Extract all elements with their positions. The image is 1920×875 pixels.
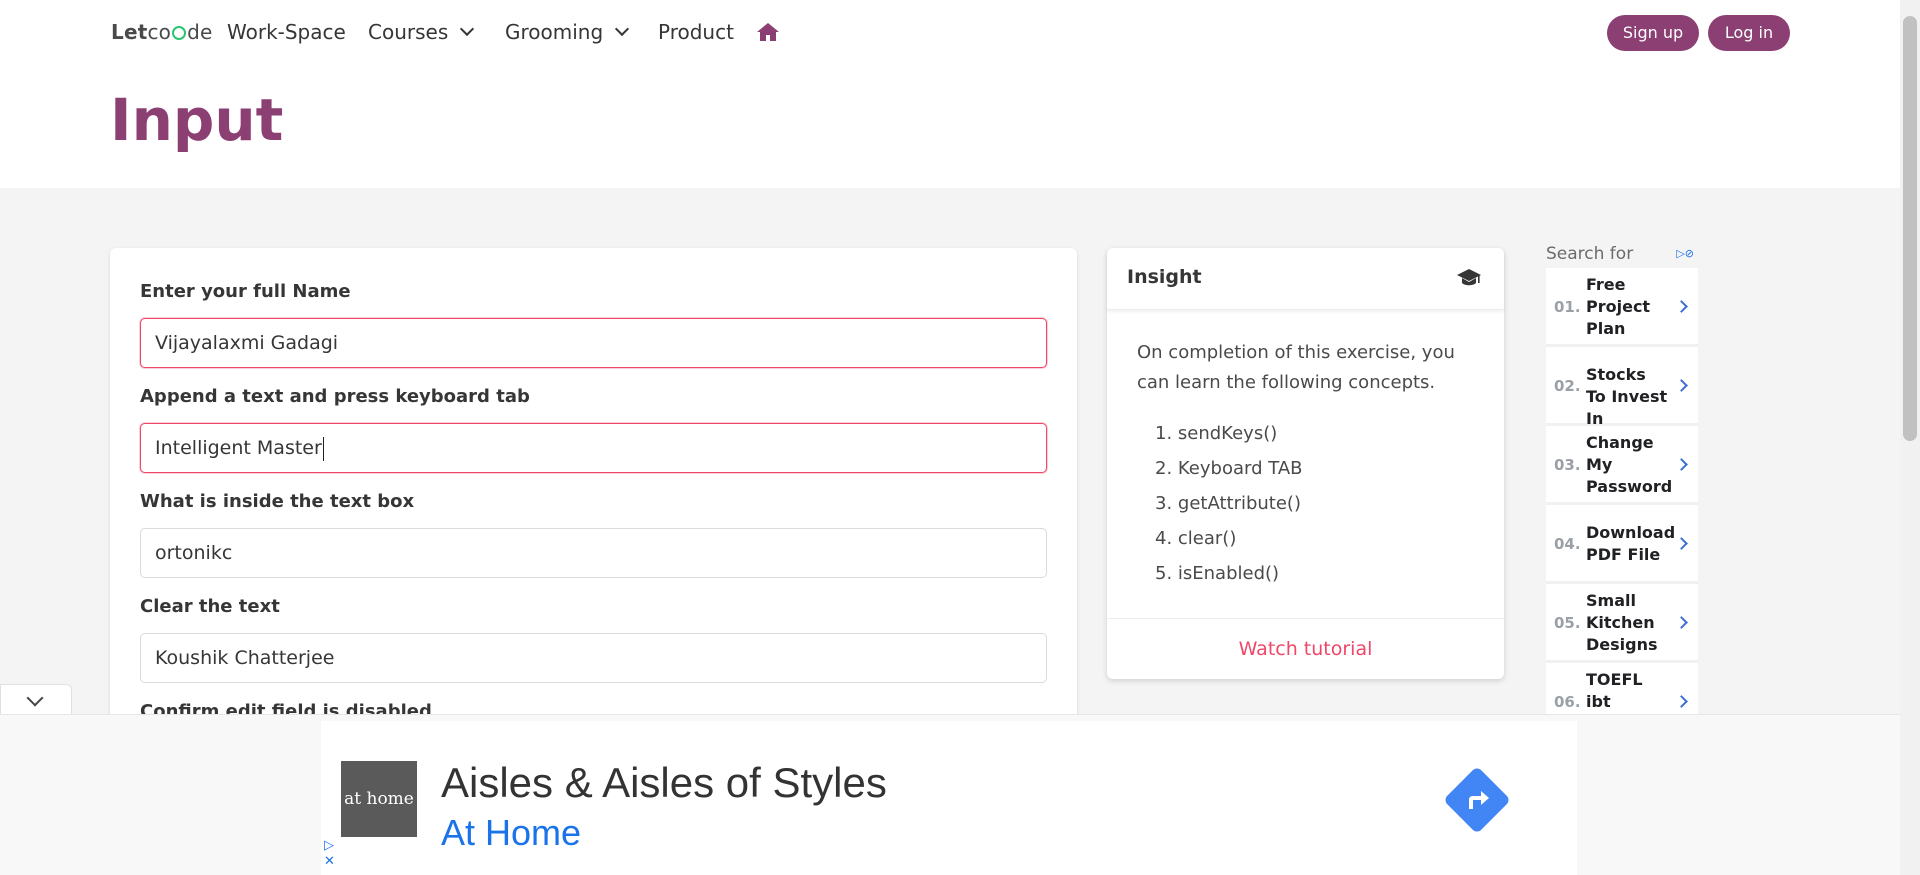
insight-header: Insight: [1107, 248, 1504, 310]
nav-courses[interactable]: Courses: [368, 20, 475, 44]
watch-tutorial-link[interactable]: Watch tutorial: [1107, 618, 1504, 679]
chevron-down-icon: [26, 689, 44, 707]
ad-item-05[interactable]: 05. Small Kitchen Designs: [1546, 584, 1698, 663]
ad-item-text: TOEFL ibt Practice: [1586, 670, 1643, 711]
chevron-right-icon: [1675, 458, 1688, 471]
nav-workspace[interactable]: Work-Space: [227, 20, 346, 44]
side-search-ad: Search for ▷⊘ 01. Free Project Plan 02. …: [1546, 244, 1698, 714]
at-home-logo: at home: [341, 761, 417, 837]
append-value: Intelligent Master: [155, 437, 322, 459]
nav-courses-label: Courses: [368, 20, 449, 44]
nav-grooming-label: Grooming: [505, 20, 604, 44]
ad-item-02[interactable]: 02. Stocks To Invest In: [1546, 347, 1698, 428]
ad-item-number: 03.: [1554, 456, 1581, 474]
list-item: 3. getAttribute(): [1155, 493, 1301, 514]
chevron-right-icon: [1675, 616, 1688, 629]
ad-item-04[interactable]: 04. Download PDF File: [1546, 505, 1698, 584]
fullname-value: Vijayalaxmi Gadagi: [155, 332, 339, 354]
chevron-down-icon: [615, 21, 630, 37]
fullname-input[interactable]: Vijayalaxmi Gadagi: [140, 318, 1047, 368]
chevron-right-icon: [1675, 300, 1688, 313]
page-title: Input: [110, 86, 284, 154]
logo-text-let: Let: [111, 20, 148, 44]
adchoices-icon[interactable]: ▷⊘: [1676, 247, 1694, 260]
banner-subtitle: At Home: [441, 812, 582, 853]
ad-item-06[interactable]: 06. TOEFL ibt Practice: [1546, 663, 1698, 714]
list-item: 5. isEnabled(): [1155, 563, 1280, 584]
side-ad-header: Search for ▷⊘: [1546, 244, 1698, 268]
chevron-down-icon: [460, 21, 475, 37]
insight-title: Insight: [1127, 266, 1202, 288]
insight-description: On completion of this exercise, you can …: [1137, 342, 1455, 393]
nav-workspace-label: Work-Space: [227, 20, 346, 44]
ad-item-number: 06.: [1554, 693, 1581, 711]
fullname-label: Enter your full Name: [140, 281, 351, 302]
chevron-right-icon: [1675, 695, 1688, 708]
top-navbar: Letco de Work-Space Courses Grooming Prod…: [0, 0, 1900, 64]
chevron-right-icon: [1675, 379, 1688, 392]
getvalue-label: What is inside the text box: [140, 491, 415, 512]
nav-product-label: Product: [658, 20, 734, 44]
concepts-list: 1. sendKeys() 2. Keyboard TAB 3. getAttr…: [1155, 416, 1303, 591]
ad-item-01[interactable]: 01. Free Project Plan: [1546, 268, 1698, 347]
bottom-ad-bar: at home Aisles & Aisles of Styles At Hom…: [0, 714, 1900, 875]
home-icon[interactable]: [756, 22, 780, 42]
banner-ad[interactable]: at home Aisles & Aisles of Styles At Hom…: [321, 721, 1577, 875]
clear-label: Clear the text: [140, 596, 280, 617]
graduation-cap-icon: [1457, 269, 1481, 286]
turn-right-arrow-icon: [1469, 791, 1489, 809]
login-button[interactable]: Log in: [1708, 15, 1790, 51]
input-form-card: Enter your full Name Vijayalaxmi Gadagi …: [110, 248, 1077, 728]
ad-item-03[interactable]: 03. Change My Password: [1546, 426, 1698, 505]
collapse-ad-button[interactable]: [0, 684, 72, 716]
ad-item-text: Small Kitchen Designs: [1586, 591, 1658, 654]
side-ad-header-text: Search for: [1546, 244, 1634, 264]
append-input[interactable]: Intelligent Master: [140, 423, 1047, 473]
logo-text-de: de: [187, 20, 213, 44]
list-item: 1. sendKeys(): [1155, 423, 1278, 444]
banner-title: Aisles & Aisles of Styles: [441, 759, 887, 806]
insight-card: Insight On completion of this exercise, …: [1107, 248, 1504, 679]
ad-item-number: 05.: [1554, 614, 1581, 632]
logo-o-icon: [172, 26, 187, 40]
text-caret: [322, 436, 324, 461]
scrollbar-thumb[interactable]: [1903, 16, 1917, 441]
ad-item-number: 01.: [1554, 298, 1581, 316]
chevron-right-icon: [1675, 537, 1688, 550]
nav-grooming[interactable]: Grooming: [505, 20, 630, 44]
adchoices-icon[interactable]: ▷ ✕: [324, 838, 335, 870]
nav-product[interactable]: Product: [658, 20, 734, 44]
ad-item-text: Change My Password: [1586, 433, 1673, 496]
letcode-logo[interactable]: Letco de: [111, 20, 213, 44]
signup-button[interactable]: Sign up: [1607, 15, 1699, 51]
list-item: 4. clear(): [1155, 528, 1237, 549]
ad-item-number: 02.: [1554, 377, 1581, 395]
getvalue-value: ortonikc: [155, 542, 233, 564]
ad-item-text: Download PDF File: [1586, 523, 1676, 564]
ad-item-text: Stocks To Invest In: [1586, 365, 1668, 428]
clear-value: Koushik Chatterjee: [155, 647, 335, 669]
ad-item-number: 04.: [1554, 535, 1581, 553]
page-hero: Input: [0, 64, 1900, 188]
append-label: Append a text and press keyboard tab: [140, 386, 530, 407]
getvalue-input[interactable]: ortonikc: [140, 528, 1047, 578]
clear-input[interactable]: Koushik Chatterjee: [140, 633, 1047, 683]
list-item: 2. Keyboard TAB: [1155, 458, 1303, 479]
ad-item-text: Free Project Plan: [1586, 275, 1651, 338]
